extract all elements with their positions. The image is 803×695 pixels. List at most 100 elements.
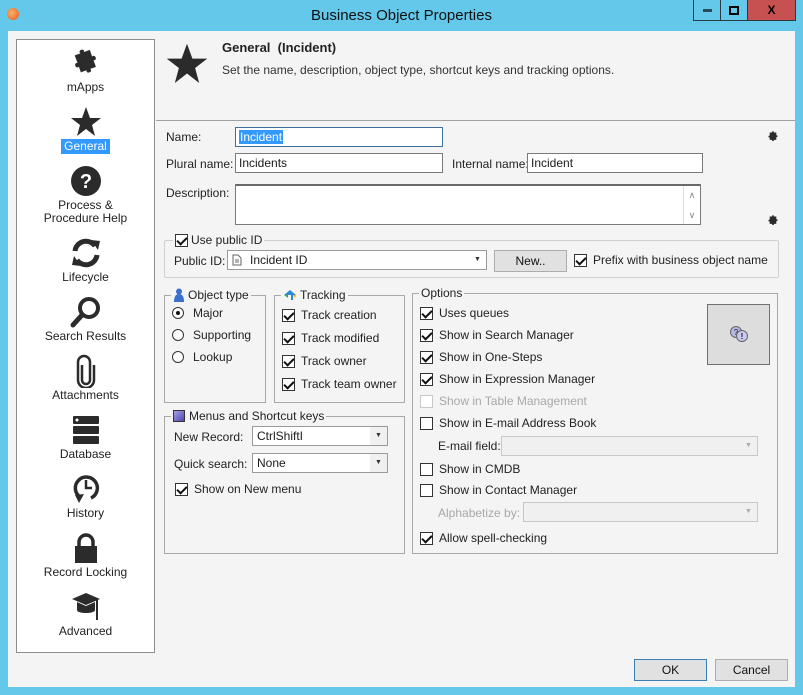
title-bar: Business Object Properties X (0, 0, 803, 31)
show-in-one-steps-checkbox[interactable]: Show in One-Steps (420, 350, 542, 364)
sidebar-item-history[interactable]: History (17, 472, 154, 521)
radio-supporting[interactable]: Supporting (172, 328, 251, 342)
object-type-legend: Object type (171, 288, 251, 302)
ok-button[interactable]: OK (634, 659, 707, 681)
name-input[interactable]: Incident (235, 127, 443, 147)
checkbox[interactable] (420, 350, 433, 364)
sidebar-item-lifecycle[interactable]: Lifecycle (17, 236, 154, 285)
uses-queues-checkbox[interactable]: Uses queues (420, 306, 509, 320)
show-in-email-address-book-checkbox[interactable]: Show in E-mail Address Book (420, 416, 596, 430)
chevron-down-icon: ▼ (474, 256, 481, 263)
dialog-client: mApps General ? Process & Procedure Help… (8, 31, 795, 687)
new-record-shortcut-select[interactable]: CtrlShiftI ▼ (252, 426, 388, 446)
radio-major[interactable]: Major (172, 306, 223, 320)
checkbox[interactable] (420, 328, 433, 342)
allow-spell-checking-checkbox[interactable]: Allow spell-checking (420, 531, 547, 545)
scroll-down-icon[interactable]: ∨ (684, 206, 700, 224)
database-icon (72, 416, 99, 444)
track-team-owner-checkbox[interactable]: Track team owner (282, 377, 397, 391)
page-header: General (Incident) Set the name, descrip… (156, 31, 795, 121)
radio-button[interactable] (172, 351, 184, 363)
show-in-expression-manager-checkbox[interactable]: Show in Expression Manager (420, 372, 595, 386)
show-in-search-manager-checkbox[interactable]: Show in Search Manager (420, 328, 574, 342)
internal-name-label: Internal name: (452, 157, 529, 171)
context-help-button[interactable]: ? ! (707, 304, 770, 365)
page-description: Set the name, description, object type, … (222, 63, 615, 77)
sidebar-item-mapps[interactable]: mApps (17, 46, 154, 95)
show-in-contact-manager-checkbox[interactable]: Show in Contact Manager (420, 483, 577, 497)
sidebar-item-search-results[interactable]: Search Results (17, 295, 154, 344)
quick-search-label: Quick search: (174, 457, 248, 471)
mapps-puzzle-icon[interactable] (766, 130, 780, 144)
options-legend: Options (419, 286, 465, 300)
sidebar-item-attachments[interactable]: Attachments (17, 354, 154, 403)
checkbox[interactable] (282, 377, 295, 391)
minimize-icon (702, 8, 712, 12)
checkbox[interactable] (420, 462, 433, 476)
sidebar-item-general[interactable]: General (17, 105, 154, 154)
track-owner-checkbox[interactable]: Track owner (282, 354, 367, 368)
paperclip-icon (76, 354, 95, 388)
sidebar-item-process-help[interactable]: ? Process & Procedure Help (17, 164, 154, 226)
checkbox[interactable] (420, 416, 433, 430)
radio-button[interactable] (172, 307, 184, 319)
show-in-cmdb-checkbox[interactable]: Show in CMDB (420, 462, 520, 476)
cancel-button[interactable]: Cancel (715, 659, 788, 681)
close-button[interactable]: X (748, 0, 795, 20)
description-scrollbar[interactable]: ∧ ∨ (683, 186, 700, 224)
public-id-select[interactable]: Incident ID ▼ (227, 250, 487, 270)
description-textarea[interactable]: ∧ ∨ (235, 184, 701, 225)
puzzle-icon (74, 49, 96, 73)
sidebar-item-database[interactable]: Database (17, 413, 154, 462)
window-controls: X (693, 0, 796, 21)
header-divider (156, 120, 795, 121)
checkbox[interactable] (420, 372, 433, 386)
svg-text:?: ? (79, 171, 91, 193)
question-icon: ? (70, 166, 101, 196)
checkbox[interactable] (282, 308, 295, 322)
menus-legend: Menus and Shortcut keys (171, 409, 327, 423)
sidebar-nav: mApps General ? Process & Procedure Help… (16, 39, 155, 653)
scroll-up-icon[interactable]: ∧ (684, 186, 700, 204)
mapps-puzzle-icon[interactable] (766, 214, 780, 228)
chevron-down-icon: ▼ (370, 427, 387, 445)
quick-search-shortcut-select[interactable]: None ▼ (252, 453, 388, 473)
alphabetize-by-select: ▼ (523, 502, 758, 522)
radio-lookup[interactable]: Lookup (172, 350, 232, 364)
checkbox[interactable] (420, 531, 433, 545)
track-creation-checkbox[interactable]: Track creation (282, 308, 377, 322)
plural-name-input[interactable]: Incidents (235, 153, 443, 173)
checkbox[interactable] (282, 331, 295, 345)
graduation-cap-icon (71, 593, 100, 620)
document-icon (232, 254, 242, 266)
star-icon (166, 43, 208, 83)
sidebar-item-advanced[interactable]: Advanced (17, 590, 154, 639)
sidebar-item-record-locking[interactable]: Record Locking (17, 531, 154, 580)
checkbox[interactable] (175, 482, 188, 496)
show-on-new-menu-checkbox[interactable]: Show on New menu (175, 482, 301, 496)
chevron-down-icon: ▼ (745, 442, 752, 449)
radio-button[interactable] (172, 329, 184, 341)
checkbox[interactable] (420, 483, 433, 497)
use-public-id-checkbox[interactable]: Use public ID (173, 233, 265, 247)
minimize-button[interactable] (694, 0, 721, 20)
maximize-button[interactable] (721, 0, 748, 20)
checkbox[interactable] (282, 354, 295, 368)
email-field-select: ▼ (501, 436, 758, 456)
prefix-check[interactable] (574, 253, 587, 267)
plural-name-label: Plural name: (166, 157, 234, 171)
chevron-down-icon: ▼ (745, 508, 752, 515)
show-in-table-management-checkbox: Show in Table Management (420, 394, 587, 408)
checkbox[interactable] (420, 306, 433, 320)
tracking-legend: Tracking (281, 288, 348, 302)
description-label: Description: (166, 186, 230, 200)
name-label: Name: (166, 130, 202, 144)
internal-name-input[interactable]: Incident (527, 153, 703, 173)
checkbox (420, 394, 433, 408)
new-public-id-button[interactable]: New.. (494, 250, 567, 272)
use-public-id-check[interactable] (175, 233, 188, 247)
prefix-checkbox[interactable]: Prefix with business object name (574, 253, 768, 267)
svg-text:!: ! (741, 332, 744, 341)
track-modified-checkbox[interactable]: Track modified (282, 331, 379, 345)
tracking-icon (284, 290, 296, 300)
